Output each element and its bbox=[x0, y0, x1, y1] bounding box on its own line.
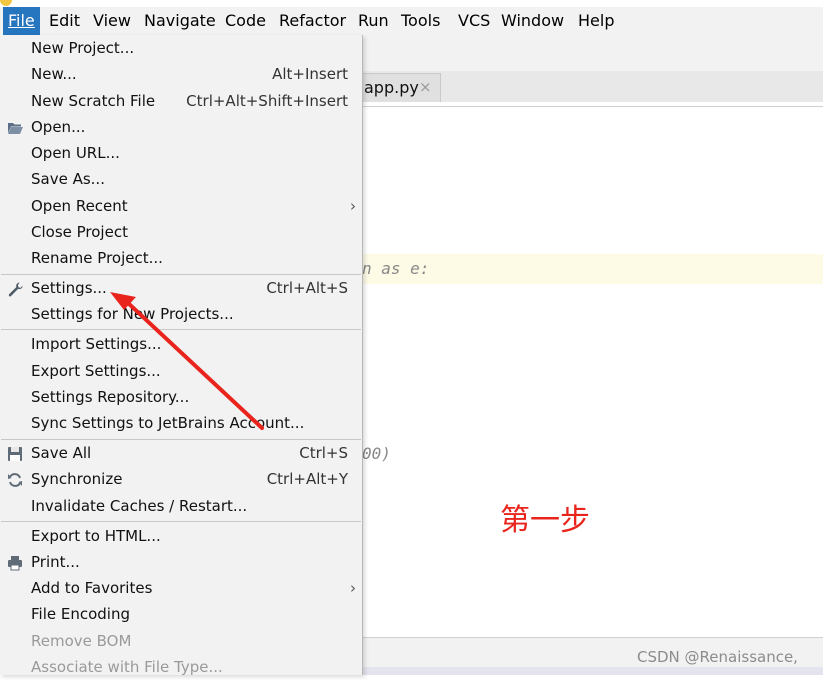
menu-item-settings[interactable]: Settings... Ctrl+Alt+S bbox=[0, 277, 362, 303]
menu-item-export-html[interactable]: Export to HTML... bbox=[0, 525, 362, 551]
code-line-fragment: n as e: bbox=[362, 259, 430, 278]
menu-tools[interactable]: Tools bbox=[396, 7, 445, 35]
menu-item-close-project[interactable]: Close Project bbox=[0, 221, 362, 247]
annotation-step-label: 第一步 bbox=[500, 503, 590, 538]
menu-item-new-scratch-file[interactable]: New Scratch File Ctrl+Alt+Shift+Insert bbox=[0, 90, 362, 116]
code-editor[interactable] bbox=[362, 107, 823, 637]
menu-item-new-project[interactable]: New Project... bbox=[0, 37, 362, 63]
menu-code[interactable]: Code bbox=[220, 7, 271, 35]
sync-icon bbox=[8, 473, 22, 487]
menu-navigate[interactable]: Navigate bbox=[139, 7, 221, 35]
menu-item-synchronize[interactable]: Synchronize Ctrl+Alt+Y bbox=[0, 468, 362, 494]
printer-icon bbox=[8, 556, 22, 571]
menu-item-save-all[interactable]: Save All Ctrl+S bbox=[0, 442, 362, 468]
menu-help[interactable]: Help bbox=[573, 7, 619, 35]
menu-item-print[interactable]: Print... bbox=[0, 551, 362, 577]
menu-view[interactable]: View bbox=[88, 7, 136, 35]
menu-separator bbox=[1, 521, 361, 522]
menu-item-settings-repository[interactable]: Settings Repository... bbox=[0, 386, 362, 412]
menu-separator bbox=[1, 439, 361, 440]
menu-refactor[interactable]: Refactor bbox=[274, 7, 351, 35]
menu-window[interactable]: Window bbox=[496, 7, 569, 35]
file-menu-dropdown: New Project... New... Alt+Insert New Scr… bbox=[0, 35, 363, 676]
menu-item-remove-bom: Remove BOM bbox=[31, 632, 132, 650]
menu-separator bbox=[1, 274, 361, 275]
menu-bar: File Edit View Navigate Code Refactor Ru… bbox=[0, 7, 823, 35]
wrench-icon bbox=[8, 282, 23, 297]
menu-file[interactable]: File bbox=[3, 7, 40, 35]
menu-item-sync-settings[interactable]: Sync Settings to JetBrains Account... bbox=[0, 412, 362, 438]
menu-item-open-url[interactable]: Open URL... bbox=[0, 142, 362, 168]
menu-item-export-settings[interactable]: Export Settings... bbox=[0, 360, 362, 386]
close-icon[interactable]: × bbox=[419, 78, 432, 96]
bottom-strip bbox=[362, 667, 823, 675]
chevron-right-icon: › bbox=[350, 579, 356, 597]
folder-open-icon bbox=[8, 123, 23, 134]
menu-item-import-settings[interactable]: Import Settings... bbox=[0, 333, 362, 359]
menu-item-save-as[interactable]: Save As... bbox=[0, 168, 362, 194]
menu-item-file-encoding[interactable]: File Encoding bbox=[0, 603, 362, 629]
app-logo-icon bbox=[0, 0, 12, 6]
menu-item-open[interactable]: Open... bbox=[0, 116, 362, 142]
current-line-highlight bbox=[362, 254, 823, 284]
menu-run[interactable]: Run bbox=[353, 7, 394, 35]
floppy-disk-icon bbox=[8, 447, 22, 461]
menu-item-associate-file-type: Associate with File Type... bbox=[31, 658, 223, 676]
code-line-fragment: 00) bbox=[362, 444, 391, 463]
menu-item-open-recent[interactable]: Open Recent › bbox=[0, 195, 362, 221]
menu-edit[interactable]: Edit bbox=[44, 7, 85, 35]
menu-item-rename-project[interactable]: Rename Project... bbox=[0, 247, 362, 273]
chevron-right-icon: › bbox=[350, 197, 356, 215]
menu-vcs[interactable]: VCS bbox=[453, 7, 495, 35]
editor-tab-label: app.py bbox=[364, 78, 419, 97]
menu-item-add-to-favorites[interactable]: Add to Favorites › bbox=[0, 577, 362, 603]
menu-separator bbox=[1, 329, 361, 330]
window-title-strip bbox=[0, 0, 823, 7]
menu-item-new[interactable]: New... Alt+Insert bbox=[0, 63, 362, 89]
menu-item-invalidate-caches[interactable]: Invalidate Caches / Restart... bbox=[0, 495, 362, 521]
editor-tab-app-py[interactable]: app.py × bbox=[362, 73, 441, 102]
menu-item-settings-new-projects[interactable]: Settings for New Projects... bbox=[0, 303, 362, 329]
watermark: CSDN @Renaissance, bbox=[637, 648, 798, 666]
